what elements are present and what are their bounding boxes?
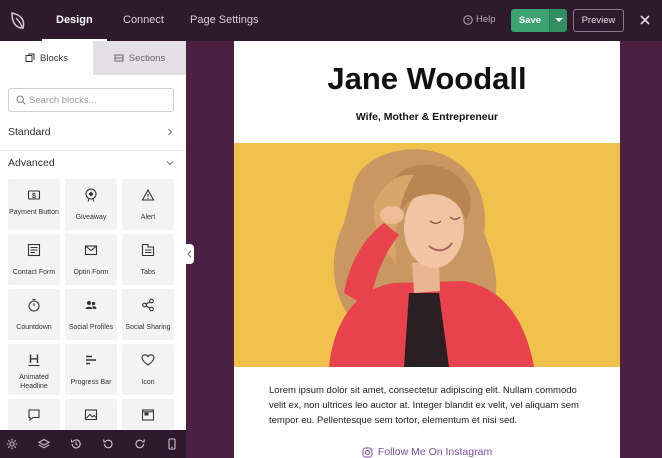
headline-icon	[28, 354, 40, 367]
block-label: Progress Bar	[70, 379, 112, 386]
svg-text:?: ?	[466, 17, 470, 24]
block-progress-bar[interactable]: Progress Bar	[65, 344, 117, 395]
search-input[interactable]	[29, 91, 169, 109]
block-payment-button[interactable]: $ Payment Button	[8, 179, 60, 230]
block-label: Countdown	[16, 324, 52, 331]
block-label: Contact Form	[12, 269, 56, 276]
chevron-left-icon	[187, 250, 192, 258]
category-advanced[interactable]: Advanced	[0, 152, 186, 174]
block-label: Animated Headline	[19, 374, 49, 390]
category-advanced-label: Advanced	[8, 157, 55, 169]
top-bar: Design Connect Page Settings ? Help Save…	[0, 0, 662, 41]
redo-icon[interactable]	[134, 438, 146, 450]
heart-icon	[141, 354, 155, 366]
tab-design[interactable]: Design	[42, 0, 107, 41]
help-icon: ?	[463, 14, 473, 25]
block-label: Tabs	[140, 269, 156, 276]
block-animated-headline[interactable]: Animated Headline	[8, 344, 60, 395]
block-label: Payment Button	[9, 209, 59, 216]
block-optin-form[interactable]: Optin Form	[65, 234, 117, 285]
instagram-follow-link[interactable]: Follow Me On Instagram	[234, 446, 620, 458]
tab-page-settings[interactable]: Page Settings	[190, 0, 259, 41]
block-label: Optin Form	[73, 269, 109, 276]
seedprod-logo-icon[interactable]	[8, 9, 30, 31]
block-label: Icon	[141, 379, 155, 386]
block-label: Social Sharing	[125, 324, 171, 331]
progress-bar-icon	[86, 355, 96, 365]
page-headline[interactable]: Jane Woodall	[234, 61, 620, 97]
stopwatch-icon	[28, 298, 40, 312]
follow-label: Follow Me On Instagram	[377, 446, 493, 458]
chevron-down-icon	[166, 161, 174, 166]
hero-image[interactable]	[234, 143, 620, 367]
close-icon[interactable]	[638, 13, 652, 27]
block-contact-form[interactable]: Contact Form	[8, 234, 60, 285]
search-icon	[16, 95, 26, 105]
mobile-preview-icon[interactable]	[166, 438, 178, 450]
sidebar-collapse-handle[interactable]	[184, 244, 194, 264]
block-partial[interactable]	[65, 399, 117, 430]
block-countdown[interactable]: Countdown	[8, 289, 60, 340]
tab-connect[interactable]: Connect	[123, 0, 164, 41]
history-icon[interactable]	[70, 438, 82, 450]
save-options-dropdown[interactable]	[549, 9, 567, 32]
tab-sections[interactable]: Sections	[93, 41, 186, 75]
block-icon[interactable]: Icon	[122, 344, 174, 395]
blocks-grid: $ Payment Button Giveaway Alert Contact …	[8, 179, 176, 430]
gear-icon[interactable]	[6, 438, 18, 450]
block-social-sharing[interactable]: Social Sharing	[122, 289, 174, 340]
users-icon	[85, 301, 97, 309]
category-standard[interactable]: Standard	[0, 121, 186, 143]
block-partial[interactable]	[8, 399, 60, 430]
portrait-photo	[234, 143, 620, 367]
bottom-toolbar	[0, 430, 186, 458]
layers-icon[interactable]	[38, 438, 50, 450]
share-icon	[142, 298, 154, 312]
block-alert[interactable]: Alert	[122, 179, 174, 230]
giveaway-icon	[85, 188, 97, 202]
block-giveaway[interactable]: Giveaway	[65, 179, 117, 230]
svg-text:$: $	[32, 193, 36, 200]
search-box	[8, 88, 174, 112]
blocks-icon	[25, 53, 35, 62]
tab-sections-label: Sections	[128, 52, 166, 64]
help-label: Help	[476, 14, 496, 25]
body-paragraph[interactable]: Lorem ipsum dolor sit amet, consectetur …	[269, 383, 589, 428]
tabs-icon	[141, 243, 155, 257]
undo-icon[interactable]	[102, 438, 114, 450]
divider	[0, 150, 186, 151]
contact-form-icon	[27, 243, 41, 257]
tab-blocks-label: Blocks	[40, 52, 68, 64]
block-label: Social Profiles	[68, 324, 114, 331]
category-standard-label: Standard	[8, 126, 51, 138]
preview-button[interactable]: Preview	[573, 9, 624, 32]
chevron-right-icon	[168, 128, 173, 136]
page-subheadline[interactable]: Wife, Mother & Entrepreneur	[234, 111, 620, 123]
alert-icon	[141, 188, 155, 201]
block-tabs[interactable]: Tabs	[122, 234, 174, 285]
page-canvas: Jane Woodall Wife, Mother & Entrepreneur	[234, 41, 620, 458]
tab-blocks[interactable]: Blocks	[0, 41, 93, 75]
sections-icon	[114, 54, 124, 62]
dollar-icon: $	[27, 190, 41, 200]
instagram-icon	[362, 447, 373, 457]
block-partial[interactable]	[122, 399, 174, 430]
layout-icon	[141, 409, 155, 421]
block-label: Giveaway	[75, 214, 107, 221]
save-button[interactable]: Save	[511, 9, 549, 32]
comment-icon	[28, 409, 40, 422]
sidebar: Blocks Sections Standard Advanced $ Paym…	[0, 41, 186, 430]
block-social-profiles[interactable]: Social Profiles	[65, 289, 117, 340]
image-icon	[84, 409, 98, 421]
help-link[interactable]: ? Help	[463, 14, 496, 25]
mail-icon	[84, 245, 98, 256]
block-label: Alert	[140, 214, 156, 221]
